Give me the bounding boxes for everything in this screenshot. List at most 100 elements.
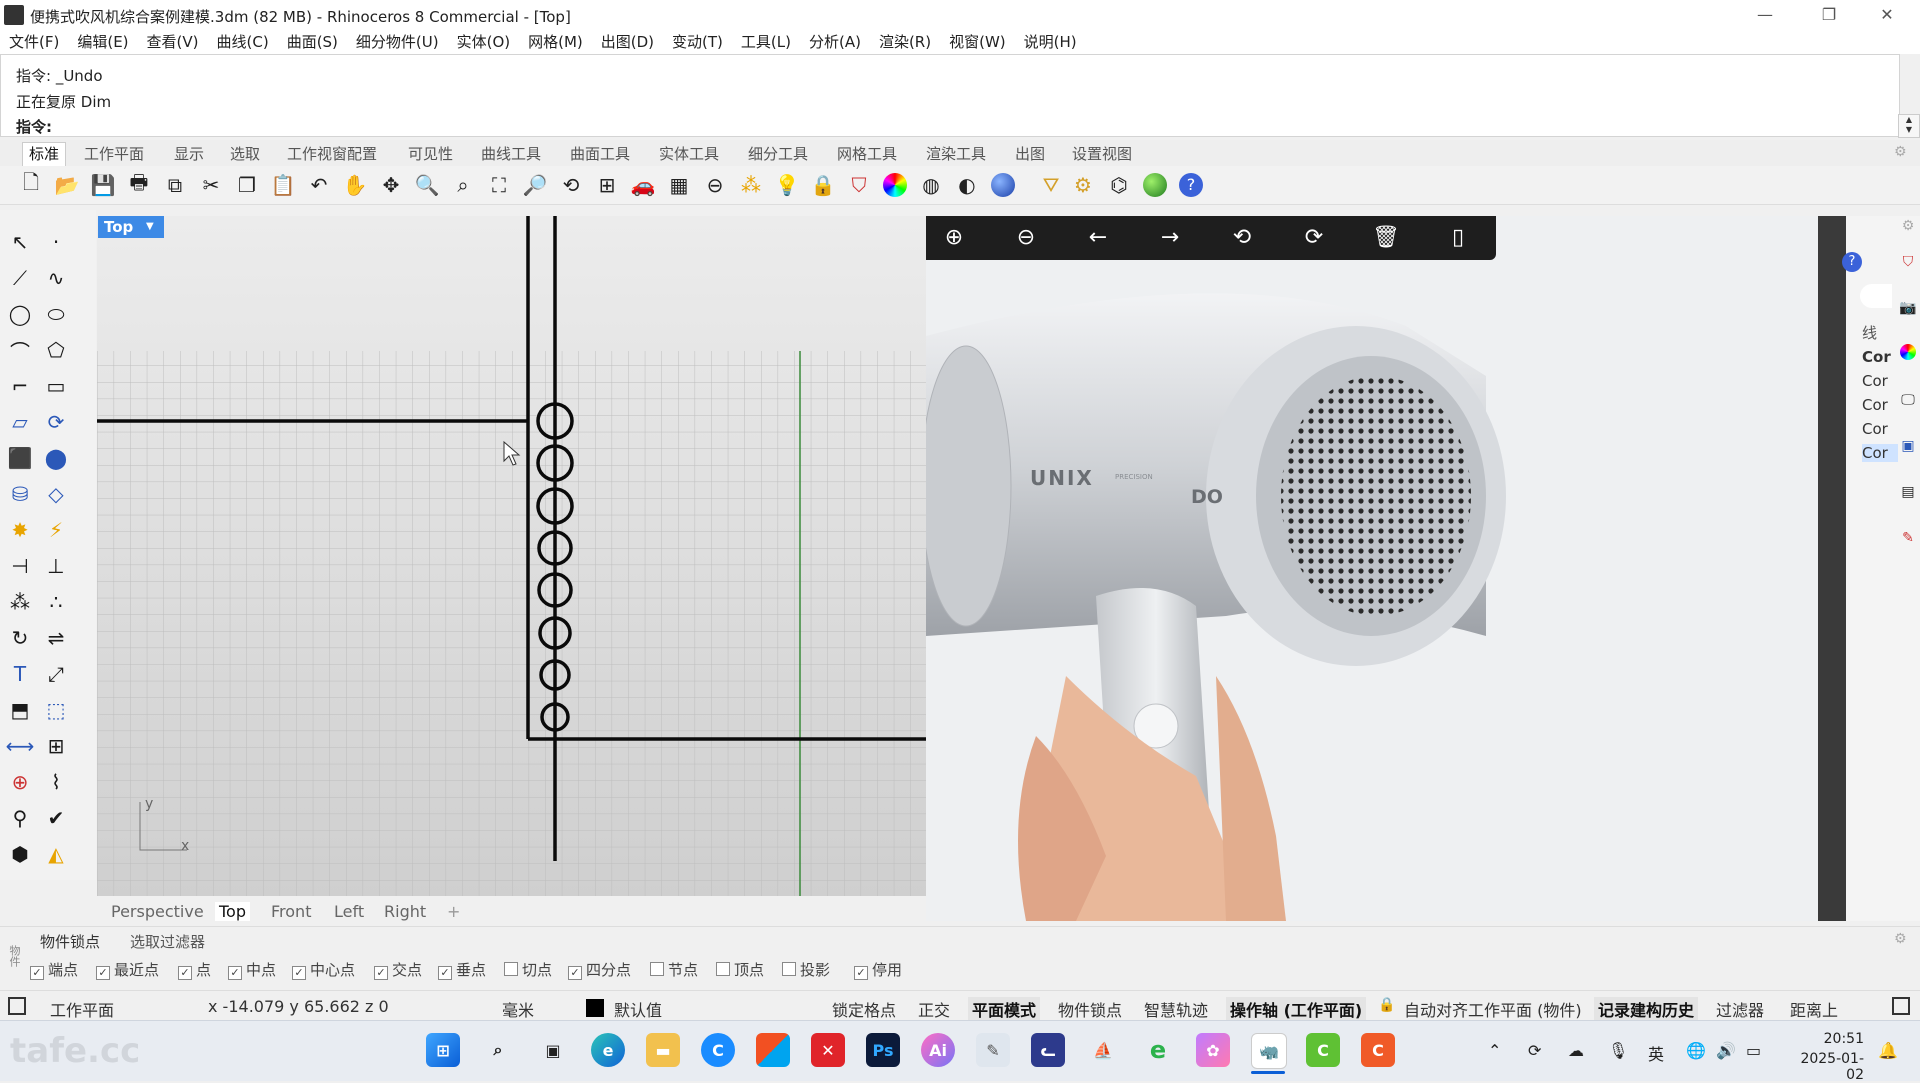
tray-date[interactable]: 2025-01-02 (1788, 1051, 1864, 1083)
volume-icon[interactable]: 🔊 (1716, 1041, 1736, 1060)
scale-icon[interactable]: ⤢ (40, 658, 72, 690)
tab-cplane[interactable]: 工作平面 (84, 143, 144, 164)
zoom-dynamic-icon[interactable]: 🔍 (412, 170, 442, 200)
menu-transform[interactable]: 变动(T) (663, 30, 732, 54)
edge-green-icon[interactable]: e (1141, 1033, 1175, 1067)
snap-vertex[interactable]: 顶点 (716, 959, 764, 980)
history-icon[interactable]: ⌬ (1104, 170, 1134, 200)
osnap-gear-icon[interactable]: ⚙ (1894, 931, 1907, 947)
status-autocplane[interactable]: 自动对齐工作平面 (物件) (1404, 997, 1582, 1021)
layer-row[interactable]: Cor (1862, 372, 1888, 390)
tab-drafting[interactable]: 出图 (1015, 143, 1045, 164)
mesh-icon[interactable]: ◇ (40, 478, 72, 510)
snap-end[interactable]: ✓ 端点 (30, 959, 78, 980)
tab-right[interactable]: Right (384, 902, 426, 921)
prev-arrow-icon[interactable]: ← (1082, 224, 1114, 252)
color-wheel-icon[interactable] (880, 170, 910, 200)
status-planar[interactable]: 平面模式 (968, 997, 1041, 1021)
cylinder-icon[interactable]: ⛁ (4, 478, 36, 510)
panel-help-icon[interactable]: ? (1842, 252, 1862, 272)
command-prompt[interactable]: 指令: (0, 114, 1900, 137)
check-icon[interactable]: ✔ (40, 802, 72, 834)
menu-solid[interactable]: 实体(O) (448, 30, 520, 54)
status-history[interactable]: 记录建构历史 (1594, 997, 1699, 1021)
rotate-view-icon[interactable]: ✥ (376, 170, 406, 200)
tab-subd-tools[interactable]: 细分工具 (748, 143, 808, 164)
pan-hand-icon[interactable]: ✋ (340, 170, 370, 200)
snap-knot[interactable]: 节点 (650, 959, 698, 980)
copy-icon[interactable]: ❐ (232, 170, 262, 200)
extend-icon[interactable]: ⊥ (40, 550, 72, 582)
menu-surface[interactable]: 曲面(S) (278, 30, 347, 54)
status-ortho[interactable]: 正交 (918, 997, 950, 1021)
trim-icon[interactable]: ⚡ (40, 514, 72, 546)
menu-file[interactable]: 文件(F) (0, 30, 68, 54)
arc-icon[interactable]: ⌒ (4, 334, 36, 366)
image-viewer-scrollbar[interactable] (1818, 216, 1846, 921)
rotate-right-icon[interactable]: ⟳ (1298, 224, 1330, 252)
status-distance[interactable]: 距离上 (1790, 997, 1838, 1021)
ungroup-icon[interactable]: ∴ (40, 586, 72, 618)
ellipse-icon[interactable]: ⬭ (40, 298, 72, 330)
status-smarttrack[interactable]: 智慧轨迹 (1144, 997, 1208, 1021)
cut-icon[interactable]: ✂ (196, 170, 226, 200)
project-icon[interactable]: ⬒ (4, 694, 36, 726)
tab-standard[interactable]: 标准 (22, 142, 67, 167)
ai-app-icon[interactable]: Ai (921, 1033, 955, 1067)
zoom-selected-icon[interactable]: 🔎 (520, 170, 550, 200)
polyline-icon[interactable]: ⟋ (4, 262, 36, 294)
menu-render[interactable]: 渲染(R) (870, 30, 940, 54)
add-tab-icon[interactable]: + (447, 902, 460, 921)
text-icon[interactable]: T (4, 658, 36, 690)
tray-cloud-icon[interactable]: ☁ (1568, 1041, 1584, 1060)
rhino-icon[interactable]: 🦏 (1251, 1033, 1287, 1069)
shaded-sphere-icon[interactable]: ◐ (952, 170, 982, 200)
group-icon[interactable]: ⁂ (4, 586, 36, 618)
menu-help[interactable]: 说明(H) (1015, 30, 1086, 54)
maximize-button[interactable]: ❐ (1804, 0, 1854, 30)
point-icon[interactable]: · (40, 226, 72, 258)
zoom-window-icon[interactable]: ⌕ (448, 170, 478, 200)
windows-start-icon[interactable]: ⊞ (426, 1033, 460, 1067)
save-icon[interactable]: 💾 (88, 170, 118, 200)
tray-time[interactable]: 20:51 (1788, 1031, 1864, 1047)
tab-left[interactable]: Left (334, 902, 364, 921)
xmind-icon[interactable]: ✕ (811, 1033, 845, 1067)
display-icon[interactable]: 🖵 (1898, 390, 1918, 410)
status-snap[interactable]: 锁定格点 (832, 997, 896, 1021)
app-purple-icon[interactable]: ✿ (1196, 1033, 1230, 1067)
tab-surface-tools[interactable]: 曲面工具 (570, 143, 630, 164)
light-bulb-icon[interactable]: 💡 (772, 170, 802, 200)
status-layer[interactable]: 默认值 (614, 997, 662, 1021)
tab-render-tools[interactable]: 渲染工具 (926, 143, 986, 164)
cplane-icon[interactable]: ⊖ (700, 170, 730, 200)
print-icon[interactable]: 🖶 (124, 170, 154, 200)
box-icon[interactable]: ⬛ (4, 442, 36, 474)
toolbar-settings-gear-icon[interactable]: ⚙ (1894, 144, 1907, 160)
file-explorer-icon[interactable]: ▬ (646, 1033, 680, 1067)
edge-browser-icon[interactable]: e (591, 1033, 625, 1067)
layer-row[interactable]: Cor (1862, 396, 1888, 414)
viewport-menu-arrow-icon[interactable]: ▼ (146, 218, 158, 236)
select-arrow-icon[interactable]: ↖ (4, 226, 36, 258)
curve-icon[interactable]: ∿ (40, 262, 72, 294)
gumball-icon[interactable]: ⊕ (4, 766, 36, 798)
app-green-c-icon[interactable]: C (1306, 1033, 1340, 1067)
rendered-sphere-icon[interactable] (988, 170, 1018, 200)
four-viewports-icon[interactable]: ⊞ (592, 170, 622, 200)
image-viewer[interactable]: UNIX DO PRECISION (926, 216, 1844, 921)
minimize-button[interactable]: — (1740, 0, 1790, 30)
render-globe-icon[interactable] (1140, 170, 1170, 200)
panel-gear-icon[interactable]: ⚙ (1898, 216, 1918, 236)
panel-toggle-icon[interactable] (8, 997, 26, 1015)
sail-app-icon[interactable]: ⛵ (1086, 1033, 1120, 1067)
surface-icon[interactable]: ▱ (4, 406, 36, 438)
box-edit-icon[interactable]: ⬚ (40, 694, 72, 726)
light-icon[interactable]: ◭ (40, 838, 72, 870)
panel-search-field[interactable] (1860, 284, 1892, 308)
mirror-icon[interactable]: ⇌ (40, 622, 72, 654)
tab-select[interactable]: 选取 (230, 143, 260, 164)
rotate-left-icon[interactable]: ⟲ (1226, 224, 1258, 252)
menu-mesh[interactable]: 网格(M) (519, 30, 592, 54)
battery-icon[interactable]: ▭ (1746, 1041, 1761, 1060)
